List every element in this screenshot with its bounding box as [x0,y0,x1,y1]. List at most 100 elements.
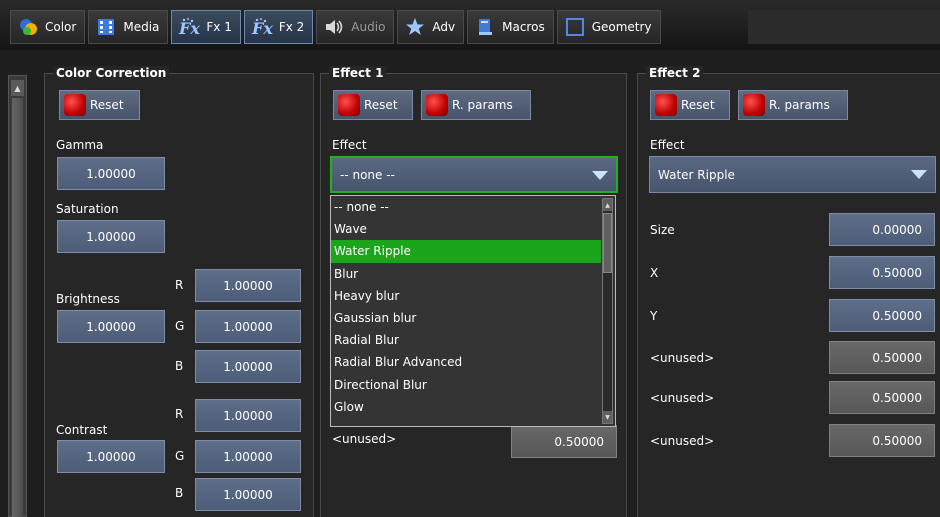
tab-macros[interactable]: Macros [467,10,554,44]
red-button-icon [338,94,360,116]
tab-audio[interactable]: Audio [316,10,395,44]
tab-label: Audio [351,20,386,34]
chevron-down-icon [592,171,608,180]
effect1-dropdown-list[interactable]: -- none -- Wave Water Ripple Blur Heavy blur… [330,195,616,427]
group-title: Color Correction [53,66,170,80]
button-label: R. params [769,98,830,112]
tab-label: Fx 1 [206,20,232,34]
scroll-down-icon[interactable]: ▼ [603,411,612,423]
effect1-unused-label: <unused> [332,432,397,446]
param-label: <unused> [650,351,715,365]
dropdown-option[interactable]: Radial Blur Advanced [331,351,601,373]
dropdown-option[interactable]: Wave [331,218,601,240]
brightness-b-label: B [175,359,184,373]
dropdown-option[interactable]: Water Ripple [331,240,601,263]
tab-label: Color [45,20,77,34]
param-field[interactable]: 0.50000 [829,256,935,289]
contrast-label: Contrast [56,423,108,437]
brightness-field[interactable]: 1.00000 [57,310,165,343]
button-label: Reset [90,98,124,112]
brightness-r-label: R [175,278,184,292]
frame-icon [564,16,586,38]
select-value: Water Ripple [658,167,735,182]
brightness-label: Brightness [56,292,120,306]
effect1-rparams-button[interactable]: R. params [421,90,531,120]
contrast-r-field[interactable]: 1.00000 [195,399,301,432]
brightness-g-field[interactable]: 1.00000 [195,310,301,343]
panel-scrollbar[interactable]: ▲ [8,75,27,517]
red-button-icon [655,94,677,116]
red-button-icon [64,94,86,116]
scroll-up-icon[interactable]: ▲ [11,80,24,96]
param-field[interactable]: 0.50000 [829,299,935,332]
effect1-effect-label: Effect [332,138,367,152]
contrast-b-field[interactable]: 1.00000 [195,478,301,511]
dropdown-option[interactable]: Directional Blur [331,374,601,396]
effect2-rparams-button[interactable]: R. params [738,90,848,120]
param-field: 0.50000 [829,424,935,457]
brightness-b-field[interactable]: 1.00000 [195,350,301,383]
tab-bar: Color Media Fx Fx 1 Fx Fx 2 Audio Adv Ma… [0,0,940,50]
param-field[interactable]: 0.00000 [829,213,935,246]
scroll-up-icon[interactable]: ▲ [603,199,612,211]
dropdown-option[interactable]: Gaussian blur [331,307,601,329]
dropdown-option[interactable]: Glow [331,396,601,418]
tab-adv[interactable]: Adv [397,10,465,44]
gamma-label: Gamma [56,138,104,152]
red-button-icon [743,94,765,116]
speaker-icon [323,16,345,38]
contrast-field[interactable]: 1.00000 [57,440,165,473]
group-title: Effect 1 [329,66,387,80]
param-field: 0.50000 [829,381,935,414]
dropdown-scrollbar[interactable]: ▲ ▼ [602,198,613,424]
param-label: Size [650,223,675,237]
chevron-down-icon [911,170,927,179]
dropdown-option[interactable]: Blur [331,263,601,285]
dropdown-option[interactable]: Heavy blur [331,285,601,307]
saturation-label: Saturation [56,202,119,216]
brightness-r-field[interactable]: 1.00000 [195,269,301,302]
effect2-reset-button[interactable]: Reset [650,90,730,120]
tab-label: Fx 2 [278,20,305,34]
svg-text:Fx: Fx [178,19,200,37]
saturation-field[interactable]: 1.00000 [57,220,165,253]
star-icon [404,16,426,38]
tab-label: Media [123,20,160,34]
effect2-effect-select[interactable]: Water Ripple [649,156,936,193]
tab-label: Macros [502,20,545,34]
tab-label: Adv [432,20,456,34]
tab-geometry[interactable]: Geometry [556,10,661,44]
tabbar-filler [748,10,940,44]
book-icon [474,16,496,38]
param-field: 0.50000 [829,341,935,374]
tab-fx2[interactable]: Fx Fx 2 [243,10,314,44]
button-label: R. params [452,98,513,112]
tab-color[interactable]: Color [10,10,86,44]
param-label: <unused> [650,434,715,448]
effect1-unused-field: 0.50000 [511,425,617,458]
tab-media[interactable]: Media [88,10,169,44]
tab-fx1[interactable]: Fx Fx 1 [171,10,241,44]
color-circles-icon [17,16,39,38]
param-label: <unused> [650,391,715,405]
param-label: X [650,266,659,280]
scroll-thumb[interactable] [603,213,612,273]
effect1-reset-button[interactable]: Reset [333,90,413,120]
dropdown-option[interactable]: Radial Blur [331,329,601,351]
contrast-g-field[interactable]: 1.00000 [195,440,301,473]
brightness-g-label: G [175,319,185,333]
button-label: Reset [364,98,398,112]
fx-icon: Fx [251,16,273,38]
gamma-field[interactable]: 1.00000 [57,157,165,190]
effect2-effect-label: Effect [650,138,685,152]
contrast-b-label: B [175,486,184,500]
film-icon [95,16,117,38]
scroll-thumb[interactable] [12,98,23,517]
dropdown-option[interactable]: -- none -- [331,196,601,218]
contrast-g-label: G [175,449,185,463]
fx-icon: Fx [178,16,200,38]
group-title: Effect 2 [646,66,704,80]
cc-reset-button[interactable]: Reset [59,90,140,120]
contrast-r-label: R [175,407,184,421]
effect1-effect-select[interactable]: -- none -- [330,156,618,193]
